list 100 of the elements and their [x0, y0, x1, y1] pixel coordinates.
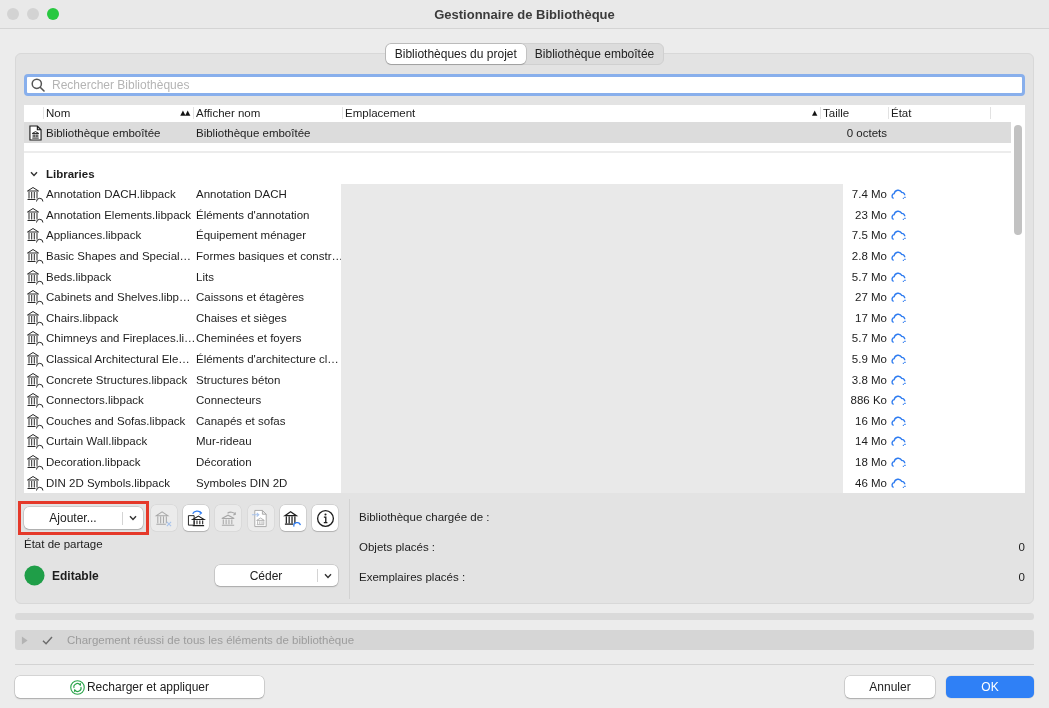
- cloud-icon: [891, 311, 906, 324]
- cloud-icon: [891, 291, 906, 304]
- building-arrows-icon: [186, 508, 206, 528]
- ok-button[interactable]: OK: [946, 676, 1034, 698]
- table-row[interactable]: Basic Shapes and Special… Formes basiques et constr… 2.8 Mo: [24, 245, 1011, 267]
- cloud-icon: [891, 188, 906, 201]
- detail-value: 0: [1018, 571, 1025, 583]
- detail-label: Bibliothèque chargée de :: [359, 511, 490, 523]
- table-cell-text: Basic Shapes and Special…: [46, 250, 193, 263]
- table-cell-text: 18 Mo: [854, 456, 887, 468]
- cloud-icon: [891, 435, 906, 448]
- info-button[interactable]: [312, 505, 338, 531]
- table-cell-text: 46 Mo: [854, 476, 887, 489]
- table-cell-text: Annotation DACH: [196, 188, 288, 201]
- table-cell-text: Curtain Wall.libpack: [46, 435, 149, 448]
- swap-library-button[interactable]: [183, 505, 210, 531]
- reload-apply-button[interactable]: Recharger et appliquer: [15, 676, 264, 698]
- table-row[interactable]: Curtain Wall.libpack Mur-rideau 14 Mo: [24, 431, 1011, 452]
- cloud-icon: [891, 229, 906, 242]
- table-row[interactable]: Bibliothèque emboîtée Bibliothèque emboîtée 0 octets: [24, 122, 1011, 143]
- table-cell-text: Chairs.libpack: [46, 311, 120, 324]
- cloud-icon: [891, 476, 906, 489]
- building-cloud-icon: [26, 474, 44, 491]
- building-cloud-icon: [26, 371, 44, 388]
- table-row[interactable]: Annotation DACH.libpack Annotation DACH 7.4 Mo: [24, 184, 1011, 205]
- table-cell-text: Cheminées et foyers: [196, 332, 303, 345]
- table-cell-text: Connectors.libpack: [46, 394, 145, 407]
- caret-icon: [324, 572, 332, 579]
- table-cell-text: Classical Architectural Ele…: [46, 353, 191, 366]
- cloud-icon: [891, 332, 906, 345]
- table-cell-text: Concrete Structures.libpack: [46, 373, 189, 386]
- scrollbar-thumb[interactable]: [1014, 125, 1022, 235]
- table-cell-text: Canapés et sofas: [196, 414, 287, 427]
- table-cell-text: Connecteurs: [196, 394, 263, 407]
- cloud-icon: [891, 456, 906, 468]
- table-cell-text: Appliances.libpack: [46, 229, 143, 242]
- table-cell-text: Chaises et sièges: [196, 311, 288, 324]
- detail-label: Exemplaires placés :: [359, 571, 466, 583]
- table-row[interactable]: Annotation Elements.libpack Éléments d'annotation 23 Mo: [24, 204, 1011, 226]
- table-cell-text: Annotation DACH.libpack: [46, 188, 177, 201]
- cloud-icon: [891, 394, 906, 407]
- table-row[interactable]: Decoration.libpack Décoration 18 Mo: [24, 451, 1011, 473]
- building-cloud-icon: [26, 351, 44, 368]
- detail-value: 0: [1018, 541, 1025, 553]
- table-row[interactable]: Cabinets and Shelves.libp… Caissons et étagères 27 Mo: [24, 286, 1011, 308]
- table-cell-text: 7.5 Mo: [850, 229, 887, 242]
- reload-icon: [69, 679, 85, 695]
- table-row[interactable]: Connectors.libpack Connecteurs 886 Ko: [24, 389, 1011, 411]
- add-button[interactable]: Ajouter...: [24, 507, 143, 529]
- column-header[interactable]: État: [888, 107, 990, 119]
- chevron-icon[interactable]: [30, 171, 38, 177]
- building-cloud-icon: [26, 454, 44, 470]
- table-cell-text: 886 Ko: [849, 394, 887, 407]
- table-row[interactable]: Appliances.libpack Équipement ménager 7.5 Mo: [24, 225, 1011, 246]
- table-cell-text: 3.8 Mo: [850, 373, 887, 386]
- building-cloud-icon: [26, 433, 44, 450]
- building-cloud-icon: [26, 227, 44, 244]
- table-cell-text: Decoration.libpack: [46, 456, 142, 468]
- table-cell-text: Éléments d'architecture cl…: [196, 353, 340, 366]
- cancel-button[interactable]: Annuler: [845, 676, 935, 698]
- building-cloud-icon: [26, 412, 44, 429]
- table-cell-text: Annotation Elements.libpack: [46, 208, 193, 221]
- release-button[interactable]: Céder: [215, 565, 338, 586]
- table-cell-text: Lits: [196, 270, 215, 283]
- table-cell-text: 17 Mo: [854, 311, 887, 324]
- cloud-library-button[interactable]: [279, 505, 306, 531]
- table-cell-text: 23 Mo: [854, 208, 887, 221]
- table-row[interactable]: Beds.libpack Lits 5.7 Mo: [24, 266, 1011, 287]
- document-building-icon: [28, 124, 42, 141]
- table-cell-text: 16 Mo: [854, 414, 887, 427]
- building-cloud-icon: [26, 248, 44, 265]
- column-header[interactable]: Taille: [820, 107, 888, 119]
- table-row[interactable]: Chimneys and Fireplaces.li…Cheminées et foyers 5.7 Mo: [24, 328, 1011, 349]
- table-cell: Formes basiques et constr…: [196, 250, 341, 263]
- zoom-button[interactable]: [47, 8, 59, 20]
- table-cell-text: 2.8 Mo: [850, 250, 887, 263]
- sharing-label: État de partage: [24, 537, 103, 551]
- search-icon: [31, 78, 45, 92]
- info-icon: [315, 508, 335, 528]
- table-row[interactable]: Classical Architectural Ele… Éléments d'architecture cl… 5.9 Mo: [24, 348, 1011, 370]
- table-row[interactable]: Couches and Sofas.libpack Canapés et sofas 16 Mo: [24, 410, 1011, 432]
- table-cell-text: Caissons et étagères: [196, 291, 306, 304]
- tab[interactable]: Bibliothèques du projet: [385, 44, 526, 64]
- caret-icon: [129, 515, 137, 521]
- table-cell-text: Bibliothèque emboîtée: [46, 126, 162, 139]
- table-cell-text: Symboles DIN 2D: [196, 476, 289, 489]
- search-field[interactable]: Rechercher Bibliothèques: [24, 74, 1025, 96]
- table-row[interactable]: Concrete Structures.libpack Structures béton 3.8 Mo: [24, 369, 1011, 390]
- table-cell-text: Beds.libpack: [46, 270, 113, 283]
- cloud-icon: [891, 353, 906, 366]
- column-header[interactable]: Afficher nom: [193, 107, 342, 119]
- sharing-status: Editable: [52, 568, 99, 583]
- disclosure-triangle-icon[interactable]: [21, 635, 28, 645]
- table-cell-text: 14 Mo: [854, 435, 887, 448]
- table-row[interactable]: DIN 2D Symbols.libpack Symboles DIN 2D 46 Mo: [24, 472, 1011, 493]
- tab[interactable]: Bibliothèque emboîtée: [525, 44, 664, 64]
- table-cell-text: 5.7 Mo: [850, 270, 887, 283]
- table-row[interactable]: Chairs.libpack Chaises et sièges 17 Mo: [24, 307, 1011, 329]
- table-cell-text: Cabinets and Shelves.libp…: [46, 291, 192, 304]
- status-text: Chargement réussi de tous les éléments de bibliothèque: [67, 634, 355, 646]
